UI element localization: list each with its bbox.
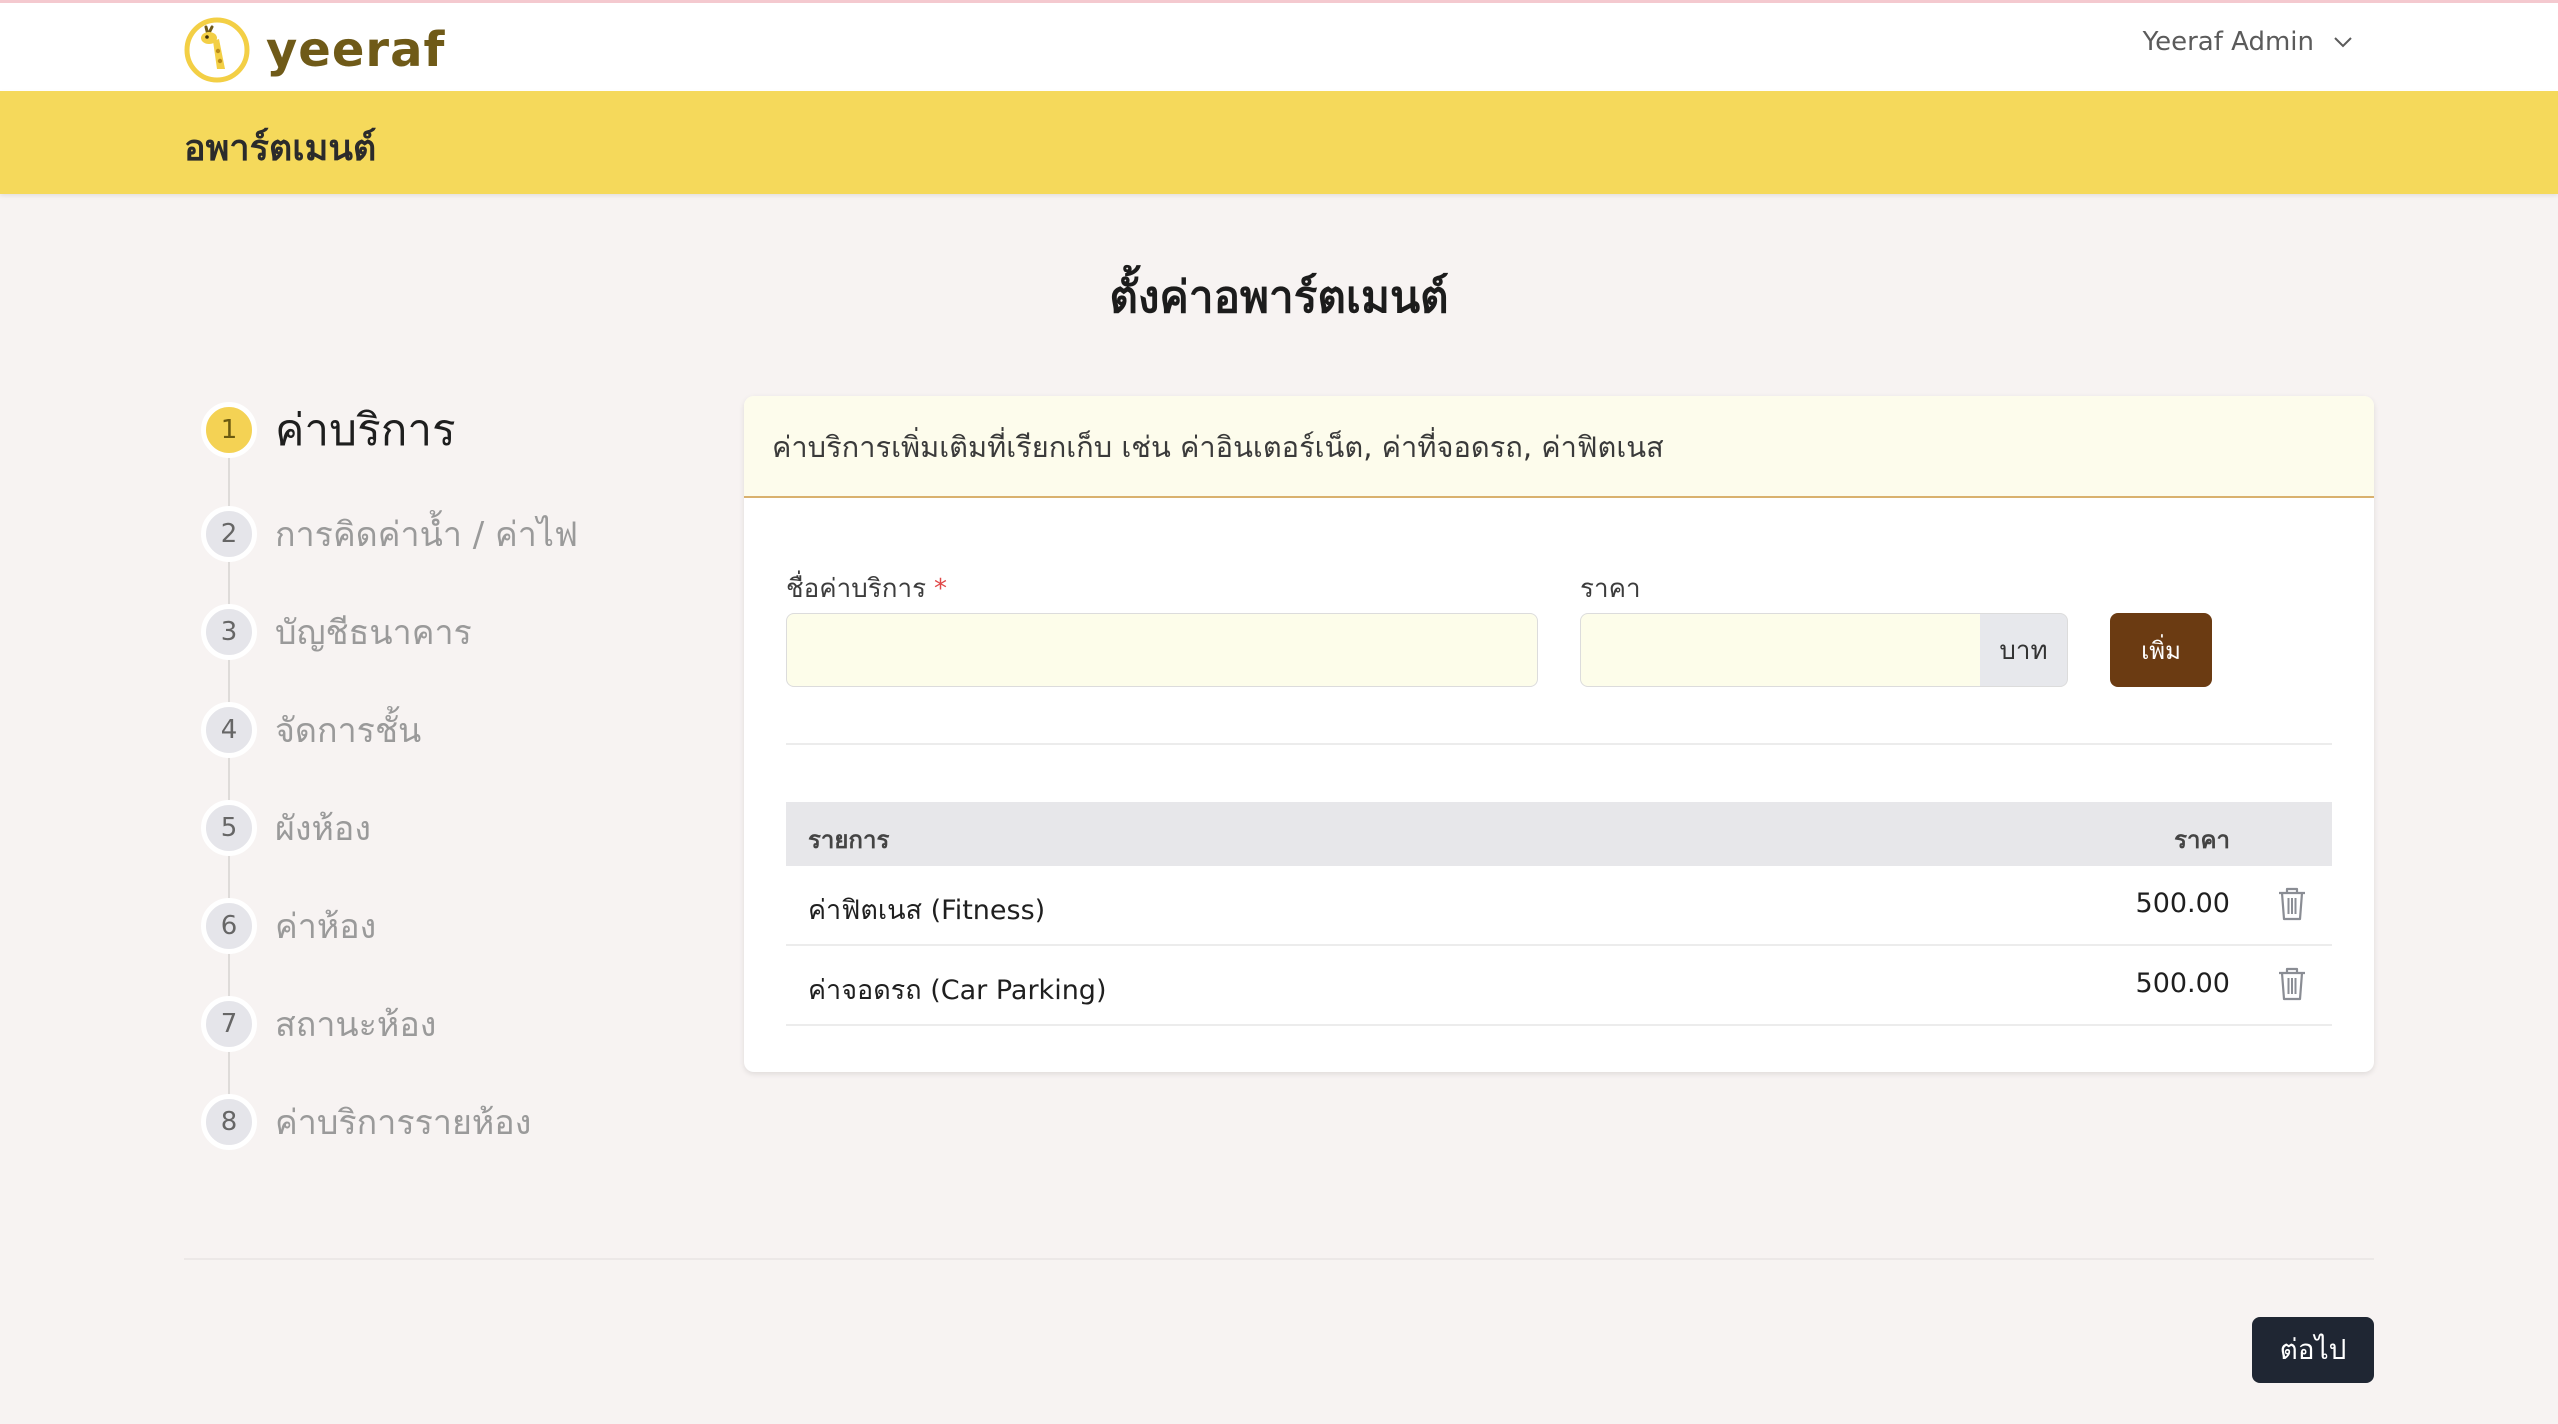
row-price: 500.00 [2135, 888, 2230, 919]
row-price: 500.00 [2135, 968, 2230, 999]
price-label: ราคา [1580, 574, 1641, 604]
top-header: yeeraf Yeeraf Admin [0, 3, 2558, 91]
price-input[interactable] [1580, 613, 1982, 687]
step-number: 4 [201, 702, 257, 758]
table-row: ค่าฟิตเนส (Fitness) 500.00 [786, 866, 2332, 946]
currency-suffix: บาท [1980, 613, 2068, 687]
step-4[interactable]: 4 จัดการชั้น [200, 700, 421, 760]
required-mark: * [934, 574, 948, 604]
table-header: รายการ ราคา [786, 802, 2332, 866]
service-fee-card: ค่าบริการเพิ่มเติมที่เรียกเก็บ เช่น ค่าอ… [744, 396, 2374, 1072]
table-row: ค่าจอดรถ (Car Parking) 500.00 [786, 946, 2332, 1026]
chevron-down-icon [2334, 37, 2352, 48]
giraffe-logo-icon [184, 17, 250, 83]
card-description: ค่าบริการเพิ่มเติมที่เรียกเก็บ เช่น ค่าอ… [744, 396, 2374, 498]
description-text: ค่าบริการเพิ่มเติมที่เรียกเก็บ เช่น ค่าอ… [772, 430, 1664, 464]
section-banner: อพาร์ตเมนต์ [0, 91, 2558, 194]
row-item: ค่าฟิตเนส (Fitness) [808, 895, 1046, 926]
add-service-button[interactable]: เพิ่ม [2110, 613, 2212, 687]
row-item: ค่าจอดรถ (Car Parking) [808, 975, 1107, 1006]
step-number: 5 [201, 800, 257, 856]
step-label: ค่าห้อง [275, 907, 377, 947]
step-label: สถานะห้อง [275, 1005, 437, 1045]
step-label: บัญชีธนาคาร [275, 613, 472, 653]
step-label: ผังห้อง [275, 809, 371, 849]
step-label: ค่าบริการรายห้อง [275, 1103, 532, 1143]
next-button[interactable]: ต่อไป [2252, 1317, 2374, 1383]
trash-icon[interactable] [2276, 966, 2308, 1002]
service-name-label-text: ชื่อค่าบริการ [786, 574, 927, 604]
step-5[interactable]: 5 ผังห้อง [200, 798, 371, 858]
page-title: ตั้งค่าอพาร์ตเมนต์ [1109, 272, 1449, 323]
step-8[interactable]: 8 ค่าบริการรายห้อง [200, 1092, 531, 1152]
user-name: Yeeraf Admin [2142, 27, 2314, 57]
logo-text: yeeraf [266, 22, 446, 78]
service-name-label: ชื่อค่าบริการ * [786, 568, 947, 609]
banner-title: อพาร์ตเมนต์ [184, 128, 377, 169]
step-1[interactable]: 1 ค่าบริการ [200, 400, 456, 460]
service-table: รายการ ราคา ค่าฟิตเนส (Fitness) 500.00 ค… [786, 802, 2332, 1026]
step-7[interactable]: 7 สถานะห้อง [200, 994, 436, 1054]
step-label: จัดการชั้น [275, 711, 422, 751]
setup-steps: 1 ค่าบริการ 2 การคิดค่าน้ำ / ค่าไฟ 3 บัญ… [200, 400, 760, 1160]
service-name-input[interactable] [786, 613, 1538, 687]
logo[interactable]: yeeraf [184, 17, 445, 83]
step-number: 2 [201, 506, 257, 562]
step-number: 3 [201, 604, 257, 660]
user-menu[interactable]: Yeeraf Admin [2143, 27, 2354, 57]
step-3[interactable]: 3 บัญชีธนาคาร [200, 602, 472, 662]
step-number: 7 [201, 996, 257, 1052]
step-number: 6 [201, 898, 257, 954]
header-price: ราคา [2174, 826, 2230, 854]
step-label: การคิดค่าน้ำ / ค่าไฟ [275, 515, 579, 555]
step-label: ค่าบริการ [275, 405, 456, 456]
trash-icon[interactable] [2276, 886, 2308, 922]
step-number: 1 [201, 402, 257, 458]
step-6[interactable]: 6 ค่าห้อง [200, 896, 376, 956]
step-number: 8 [201, 1094, 257, 1150]
footer-divider [184, 1258, 2374, 1260]
header-item: รายการ [808, 826, 890, 854]
form-divider [786, 743, 2332, 745]
step-2[interactable]: 2 การคิดค่าน้ำ / ค่าไฟ [200, 504, 578, 564]
